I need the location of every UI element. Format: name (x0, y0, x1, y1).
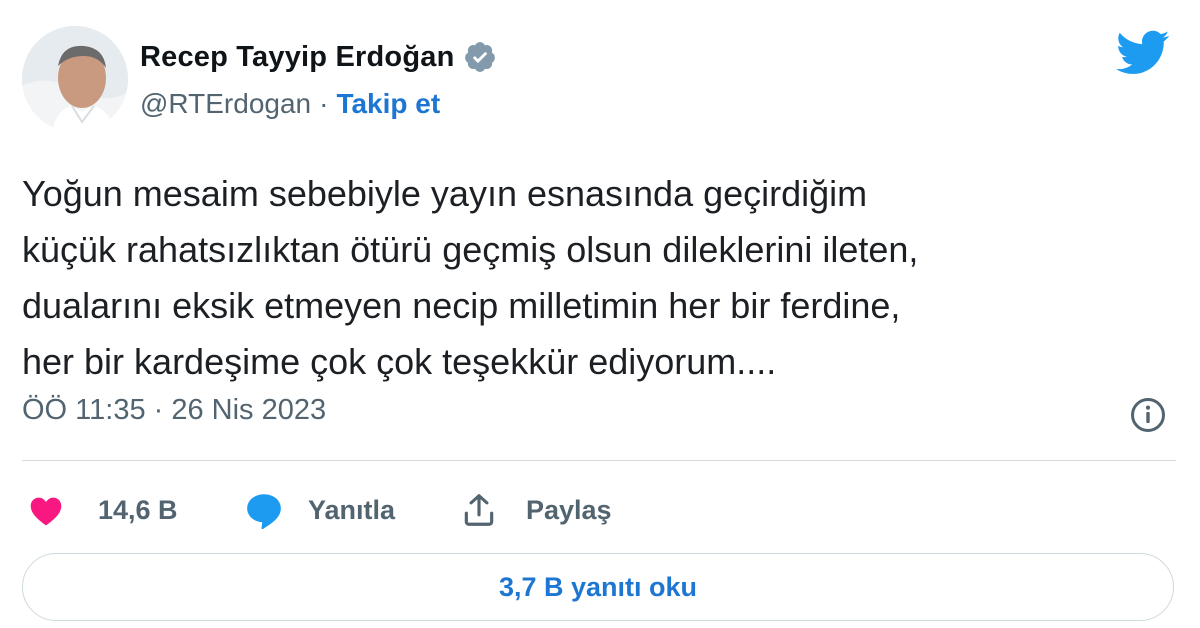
tweet-line: küçük rahatsızlıktan ötürü geçmiş olsun … (22, 229, 919, 270)
share-icon (464, 494, 494, 526)
like-button[interactable]: 14,6 B (28, 482, 178, 538)
like-count: 14,6 B (98, 494, 178, 525)
verified-badge-icon (464, 42, 495, 72)
read-replies-label: 3,7 B yanıtı oku (498, 571, 698, 602)
reply-bubble-icon (247, 494, 281, 529)
tweet-header: Recep Tayyip Erdoğan @RTErdogan · Takip … (22, 26, 1182, 134)
tweet-timestamp[interactable]: ÖÖ 11:35 · 26 Nis 2023 (22, 394, 326, 427)
tweet-line: dualarını eksik etmeyen necip milletimin… (22, 285, 901, 326)
follow-button[interactable]: Takip et (336, 88, 440, 120)
share-label: Paylaş (526, 494, 612, 525)
avatar[interactable] (22, 26, 128, 132)
tweet-text: Yoğun mesaim sebebiyle yayın esnasında g… (22, 166, 1182, 390)
reply-button[interactable]: Yanıtla (244, 482, 395, 538)
read-replies-button[interactable]: 3,7 B yanıtı oku (22, 553, 1174, 621)
info-icon[interactable] (1128, 395, 1168, 435)
twitter-bird-icon[interactable] (1116, 30, 1170, 76)
reply-label: Yanıtla (308, 494, 396, 525)
share-button[interactable]: Paylaş (460, 482, 612, 538)
divider (22, 460, 1176, 461)
author-name[interactable]: Recep Tayyip Erdoğan (140, 41, 455, 74)
heart-icon (30, 497, 62, 526)
separator-dot: · (319, 88, 329, 119)
tweet-actions: 14,6 B Yanıtla Paylaş (22, 482, 1182, 538)
tweet-line: Yoğun mesaim sebebiyle yayın esnasında g… (22, 173, 868, 214)
author-handle[interactable]: @RTErdogan (140, 88, 311, 120)
tweet-line: her bir kardeşime çok çok teşekkür ediyo… (22, 341, 777, 382)
